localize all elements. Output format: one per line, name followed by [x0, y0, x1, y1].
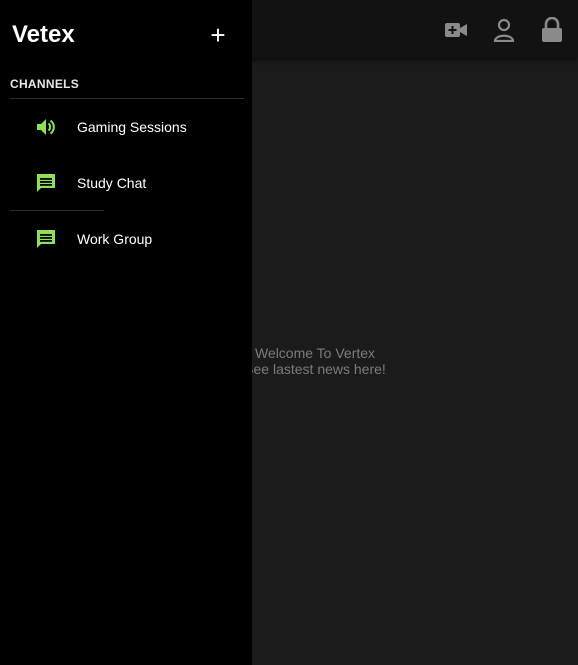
navigation-drawer: Vetex + CHANNELS Gaming Sessions Study C… [0, 0, 252, 665]
video-add-icon[interactable] [440, 14, 472, 46]
channel-item-gaming-sessions[interactable]: Gaming Sessions [0, 99, 252, 155]
channel-item-study-chat[interactable]: Study Chat [0, 155, 252, 211]
channel-label: Work Group [77, 231, 153, 247]
drawer-header: Vetex + [0, 0, 252, 70]
chat-icon [34, 227, 58, 251]
user-icon[interactable] [488, 14, 520, 46]
channels-section-title: CHANNELS [10, 77, 80, 91]
channel-label: Study Chat [77, 175, 147, 191]
channel-item-work-group[interactable]: Work Group [0, 211, 252, 267]
channel-label: Gaming Sessions [77, 119, 187, 135]
chat-icon [34, 171, 58, 195]
topbar-actions [440, 14, 568, 46]
add-channel-button[interactable]: + [203, 20, 233, 50]
lock-icon[interactable] [536, 14, 568, 46]
app-title: Vetex [12, 21, 75, 48]
app-window: Welcome To Vertex See lastest news here!… [0, 0, 578, 665]
volume-icon [34, 115, 58, 139]
